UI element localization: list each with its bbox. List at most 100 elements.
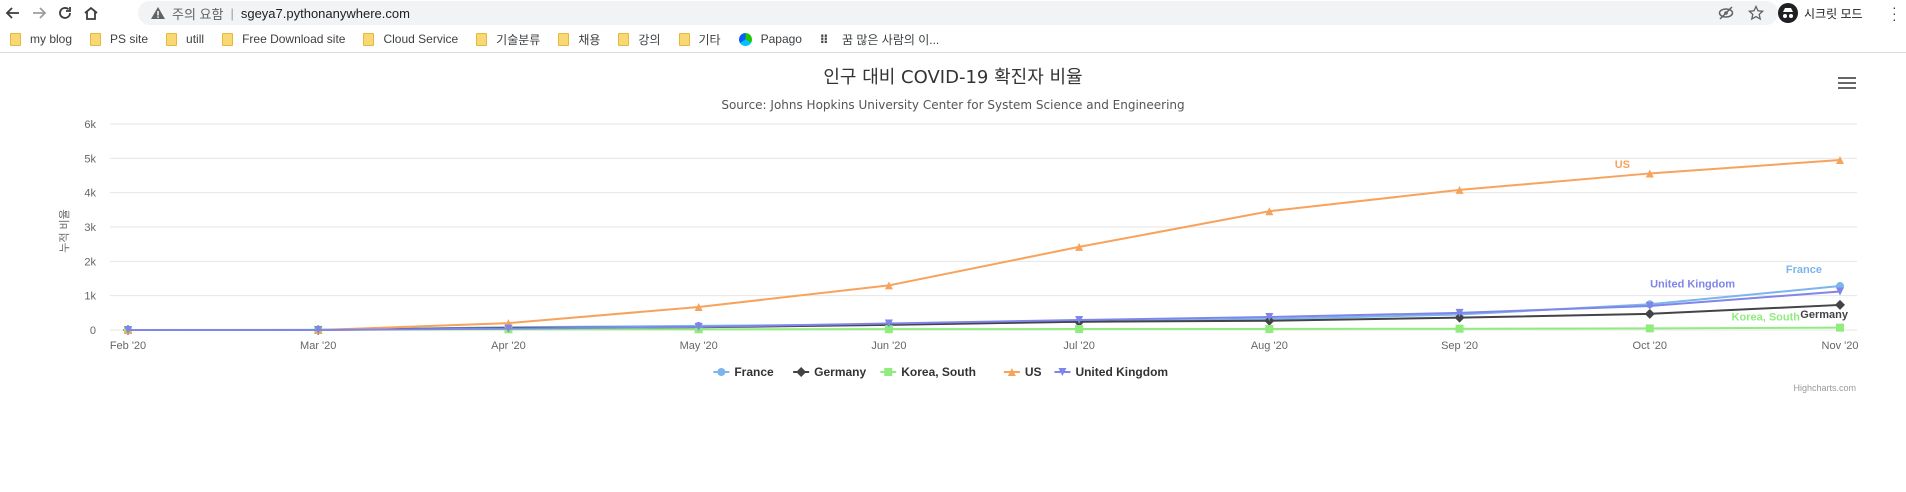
x-axis-ticks: Feb '20 Mar '20 Apr '20 May '20 Jun '20 Jul '… [110,340,1859,352]
bookmark-label: utill [186,32,205,46]
y-tick-label: 3k [84,222,96,234]
bookmark-cloud-service[interactable]: Cloud Service [363,32,458,46]
data-point [1455,324,1464,333]
x-tick-label: May '20 [680,340,718,352]
folder-icon [10,32,21,46]
series-end-label: United Kingdom [1650,279,1735,291]
back-button[interactable] [0,0,26,26]
legend-item[interactable]: Germany [793,365,867,379]
folder-icon [222,32,234,46]
bookmark-utill[interactable]: utill [166,32,204,46]
data-point [1644,308,1655,319]
y-axis-ticks: 0 1k 2k 3k 4k 5k 6k [84,119,96,337]
folder-icon [678,32,690,46]
legend-item[interactable]: France [713,365,774,379]
legend-label: Germany [814,365,866,379]
y-tick-label: 1k [84,291,96,303]
series-end-label: US [1615,159,1630,171]
y-tick-label: 4k [84,188,96,200]
x-tick-label: Nov '20 [1822,340,1859,352]
bookmark-my-blog[interactable]: my blog [10,32,72,46]
y-tick-label: 6k [84,119,96,131]
browser-menu-icon[interactable]: · · · [1892,0,1897,26]
x-tick-label: Jul '20 [1063,340,1094,352]
incognito-indicator[interactable]: 시크릿 모드 [1778,1,1863,25]
series-end-label: France [1786,264,1822,276]
chart-legend: France Germany Korea, South US United Kingdo… [713,365,1168,379]
address-bar[interactable]: 주의 요함 | sgeya7.pythonanywhere.com [138,1,1778,25]
reload-button[interactable] [52,0,78,26]
data-point [1075,325,1084,334]
legend-marker [717,368,726,376]
bookmark-label: my blog [30,32,73,46]
bookmark-hiring[interactable]: 채용 [558,31,600,48]
bookmark-etc[interactable]: 기타 [678,31,721,48]
x-tick-label: Jun '20 [871,340,906,352]
x-tick-label: Feb '20 [110,340,146,352]
eye-slash-icon[interactable] [1718,5,1734,21]
folder-icon [90,32,102,46]
y-tick-label: 2k [84,256,96,268]
bookmark-label: Papago [760,32,802,46]
home-icon [84,6,98,20]
reload-icon [59,7,71,19]
warning-icon [151,7,165,19]
x-tick-label: Apr '20 [491,340,526,352]
bookmark-papago[interactable]: Papago [738,32,802,46]
legend-label: United Kingdom [1075,365,1168,379]
folder-icon [618,32,630,46]
bookmark-ps-site[interactable]: PS site [90,32,148,46]
papago-icon [738,32,752,46]
folder-icon [166,32,178,46]
legend-marker [884,368,893,376]
bookmark-free-download-site[interactable]: Free Download site [222,32,345,46]
chart-credit[interactable]: Highcharts.com [1793,383,1856,393]
security-label[interactable]: 주의 요함 [172,4,223,23]
bookmark-label: PS site [110,32,149,46]
series-line [128,159,1841,331]
data-point [1645,324,1654,333]
browser-toolbar: 주의 요함 | sgeya7.pythonanywhere.com 시크릿 모드… [0,0,1906,26]
bookmark-label: 강의 [638,32,661,47]
bookmark-dreamer-blog[interactable]: ⁝⁝ 꿈 많은 사람의 이... [820,31,939,48]
x-tick-label: Aug '20 [1251,340,1288,352]
chart-title: 인구 대비 COVID-19 확진자 비율 [823,67,1082,88]
bookmark-lectures[interactable]: 강의 [618,31,661,48]
forward-button[interactable] [26,0,52,26]
folder-icon [476,32,488,46]
back-arrow-icon [5,7,19,19]
legend-label: Korea, South [901,365,976,379]
legend-item[interactable]: US [1003,365,1042,379]
url-text[interactable]: sgeya7.pythonanywhere.com [241,6,410,21]
dots-icon: ⁝⁝ [819,32,828,46]
line-chart: 인구 대비 COVID-19 확진자 비율 Source: Johns Hopk… [58,67,1859,393]
incognito-icon [1778,3,1798,23]
bookmark-tech-category[interactable]: 기술분류 [476,31,540,48]
legend-marker [796,367,807,377]
star-icon[interactable] [1748,5,1764,21]
legend-item[interactable]: United Kingdom [1054,365,1168,379]
bookmark-label: 기타 [698,32,721,47]
y-axis-label: 누적 비율 [58,209,71,253]
bookmark-label: 채용 [578,32,601,47]
y-tick-label: 5k [84,153,96,165]
legend-label: US [1025,365,1042,379]
legend-label: France [734,365,774,379]
y-tick-label: 0 [90,325,96,337]
data-point [1265,324,1274,333]
incognito-label: 시크릿 모드 [1804,6,1863,21]
x-tick-label: Oct '20 [1633,340,1668,352]
data-point [1836,323,1844,332]
series-end-label: Germany [1800,309,1849,321]
grid-lines [110,123,1857,331]
forward-arrow-icon [33,7,47,19]
home-button[interactable] [78,0,104,26]
chart-subtitle: Source: Johns Hopkins University Center … [721,98,1184,112]
legend-item[interactable]: Korea, South [880,365,976,379]
bookmarks-bar: my blog PS site utill Free Download site… [0,26,1906,53]
folder-icon [558,32,570,46]
series-end-label: Korea, South [1732,312,1801,324]
series-group [123,156,1845,335]
chart-container: 인구 대비 COVID-19 확진자 비율 Source: Johns Hopk… [0,53,1906,492]
bookmark-label: Free Download site [242,32,346,46]
